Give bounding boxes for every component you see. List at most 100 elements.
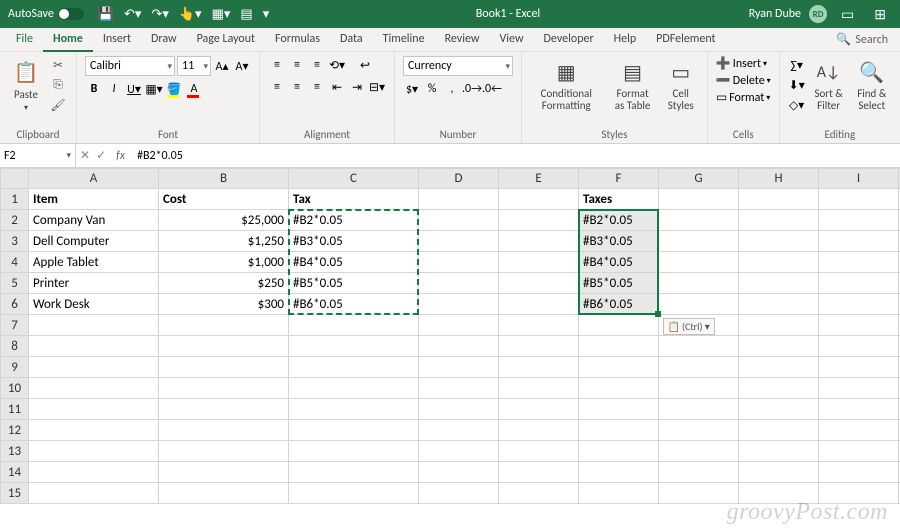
cell-C3[interactable]: #B3*0.05 — [289, 231, 419, 252]
cell-A4[interactable]: Apple Tablet — [29, 252, 159, 273]
cell-A3[interactable]: Dell Computer — [29, 231, 159, 252]
cell-F15[interactable] — [579, 483, 659, 504]
enter-formula-icon[interactable]: ✓ — [96, 148, 106, 163]
cell-F12[interactable] — [579, 420, 659, 441]
row-header-15[interactable]: 15 — [1, 483, 29, 504]
cell-C14[interactable] — [289, 462, 419, 483]
cell-E11[interactable] — [499, 399, 579, 420]
autosum-icon[interactable]: ∑▾ — [788, 56, 806, 74]
cell-C11[interactable] — [289, 399, 419, 420]
cell-A10[interactable] — [29, 378, 159, 399]
cell-B2[interactable]: $25,000 — [159, 210, 289, 231]
cell-C9[interactable] — [289, 357, 419, 378]
tab-timeline[interactable]: Timeline — [373, 28, 435, 52]
cell-H8[interactable] — [739, 336, 819, 357]
cell-H4[interactable] — [739, 252, 819, 273]
row-header-7[interactable]: 7 — [1, 315, 29, 336]
cell-H5[interactable] — [739, 273, 819, 294]
cell-F5[interactable]: #B5*0.05 — [579, 273, 659, 294]
cell-B5[interactable]: $250 — [159, 273, 289, 294]
cell-B9[interactable] — [159, 357, 289, 378]
cell-D1[interactable] — [419, 189, 499, 210]
tab-view[interactable]: View — [489, 28, 533, 52]
cancel-formula-icon[interactable]: ✕ — [80, 148, 90, 163]
cell-D2[interactable] — [419, 210, 499, 231]
cell-I13[interactable] — [819, 441, 899, 462]
cell-F7[interactable] — [579, 315, 659, 336]
wrap-text-icon[interactable]: ↩ — [356, 56, 374, 74]
cell-H2[interactable] — [739, 210, 819, 231]
align-middle-icon[interactable]: ≡ — [288, 56, 306, 74]
cell-C7[interactable] — [289, 315, 419, 336]
clear-icon[interactable]: ◇▾ — [788, 96, 806, 114]
cell-E4[interactable] — [499, 252, 579, 273]
touch-mode-icon[interactable]: 👆▾ — [179, 7, 202, 22]
bold-button[interactable]: B — [85, 80, 103, 98]
row-header-13[interactable]: 13 — [1, 441, 29, 462]
delete-cells-button[interactable]: ➖Delete▾ — [716, 73, 771, 88]
row-header-3[interactable]: 3 — [1, 231, 29, 252]
align-right-icon[interactable]: ≡ — [308, 78, 326, 96]
tab-home[interactable]: Home — [43, 28, 93, 52]
cell-D5[interactable] — [419, 273, 499, 294]
cell-I11[interactable] — [819, 399, 899, 420]
cell-B10[interactable] — [159, 378, 289, 399]
cell-D8[interactable] — [419, 336, 499, 357]
row-header-4[interactable]: 4 — [1, 252, 29, 273]
cell-F11[interactable] — [579, 399, 659, 420]
cell-E2[interactable] — [499, 210, 579, 231]
tab-help[interactable]: Help — [604, 28, 647, 52]
decrease-decimal-icon[interactable]: .0← — [483, 80, 501, 98]
cell-I1[interactable] — [819, 189, 899, 210]
font-name-select[interactable]: Calibri — [85, 56, 175, 76]
tab-developer[interactable]: Developer — [534, 28, 604, 52]
decrease-indent-icon[interactable]: ⇤ — [328, 78, 346, 96]
cell-F4[interactable]: #B4*0.05 — [579, 252, 659, 273]
column-header-B[interactable]: B — [159, 169, 289, 189]
column-header-F[interactable]: F — [579, 169, 659, 189]
format-cells-button[interactable]: ▭Format▾ — [716, 90, 770, 105]
cell-G14[interactable] — [659, 462, 739, 483]
cell-F8[interactable] — [579, 336, 659, 357]
paste-button[interactable]: 📋 Paste ▾ — [8, 56, 44, 115]
cell-I9[interactable] — [819, 357, 899, 378]
paste-options-tag[interactable]: 📋(Ctrl) ▾ — [663, 318, 715, 335]
cell-C12[interactable] — [289, 420, 419, 441]
cell-H3[interactable] — [739, 231, 819, 252]
row-header-10[interactable]: 10 — [1, 378, 29, 399]
cell-C1[interactable]: Tax — [289, 189, 419, 210]
cell-F6[interactable]: #B6*0.05 — [579, 294, 659, 315]
fill-icon[interactable]: ⬇▾ — [788, 76, 806, 94]
fill-color-button[interactable]: 🪣 — [165, 80, 183, 98]
cell-B12[interactable] — [159, 420, 289, 441]
cell-G13[interactable] — [659, 441, 739, 462]
cell-B6[interactable]: $300 — [159, 294, 289, 315]
increase-font-icon[interactable]: A▴ — [213, 57, 231, 75]
cell-I5[interactable] — [819, 273, 899, 294]
cell-I14[interactable] — [819, 462, 899, 483]
cell-C13[interactable] — [289, 441, 419, 462]
cell-H9[interactable] — [739, 357, 819, 378]
cell-E14[interactable] — [499, 462, 579, 483]
cell-B7[interactable] — [159, 315, 289, 336]
tab-file[interactable]: File — [6, 28, 43, 52]
cell-A13[interactable] — [29, 441, 159, 462]
cell-H14[interactable] — [739, 462, 819, 483]
cell-A1[interactable]: Item — [29, 189, 159, 210]
cell-A6[interactable]: Work Desk — [29, 294, 159, 315]
save-icon[interactable]: 💾 — [98, 7, 114, 22]
redo-icon[interactable]: ↷▾ — [151, 7, 168, 22]
cell-A14[interactable] — [29, 462, 159, 483]
cell-I4[interactable] — [819, 252, 899, 273]
select-all-corner[interactable] — [1, 169, 29, 189]
row-header-5[interactable]: 5 — [1, 273, 29, 294]
italic-button[interactable]: I — [105, 80, 123, 98]
tab-formulas[interactable]: Formulas — [265, 28, 330, 52]
cell-G4[interactable] — [659, 252, 739, 273]
column-header-D[interactable]: D — [419, 169, 499, 189]
percent-icon[interactable]: % — [423, 80, 441, 98]
cell-E1[interactable] — [499, 189, 579, 210]
row-header-9[interactable]: 9 — [1, 357, 29, 378]
cell-H7[interactable] — [739, 315, 819, 336]
column-header-A[interactable]: A — [29, 169, 159, 189]
